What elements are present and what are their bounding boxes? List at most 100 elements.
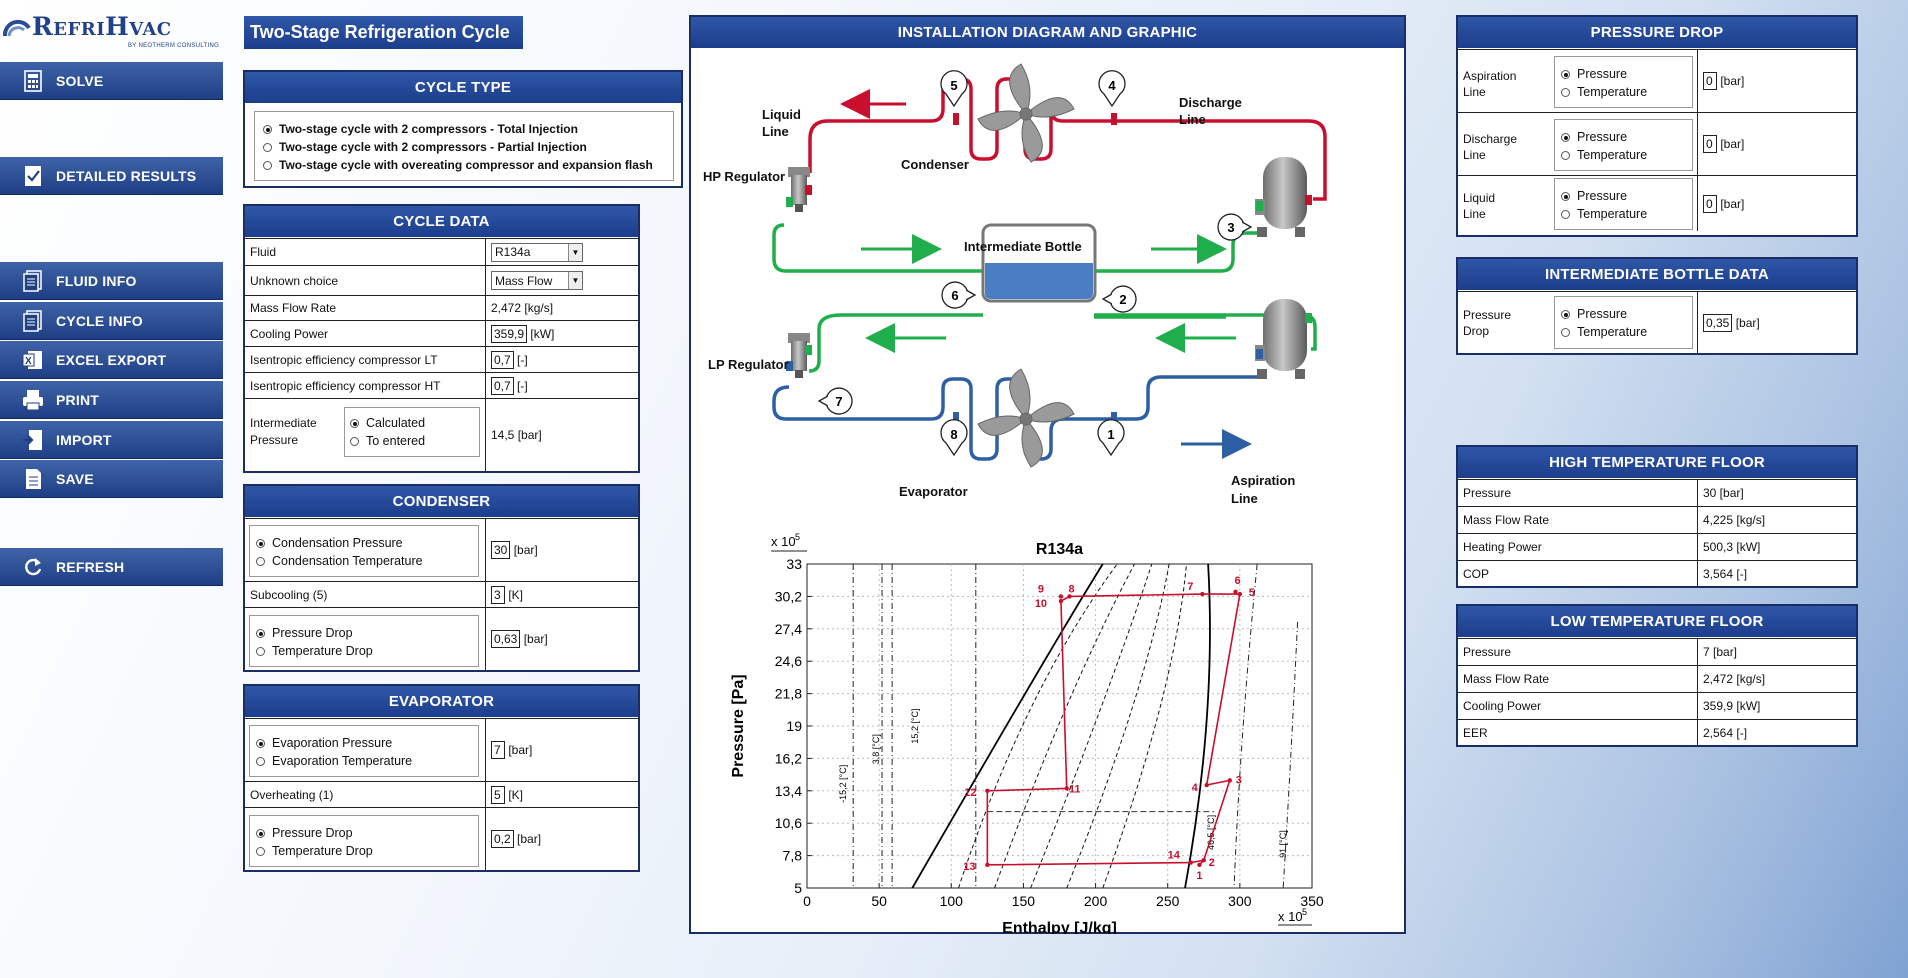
bottle-option-temperature[interactable]: Temperature [1561,323,1692,341]
unknown-select[interactable]: Mass Flow ▼ [491,271,583,290]
sensor-5 [953,113,959,125]
unit: [bar] [517,832,542,846]
nav-import-button[interactable]: IMPORT [0,421,223,459]
radio-selected-icon [1561,191,1570,201]
cycle-point-marker [985,788,990,793]
unit: [K] [508,787,524,802]
logo-subtitle: BY NEOTHERM CONSULTING [128,43,220,49]
nav-label: FLUID INFO [56,272,137,289]
nav-cycle-info-button[interactable]: CYCLE INFO [0,302,223,340]
cycle-point-label: 13 [963,861,975,873]
floor-value: 7 [bar] [1703,645,1738,659]
cycle-point-marker [1200,591,1205,597]
nav-fluid-info-button[interactable]: FLUID INFO [0,262,223,300]
floor-label: Mass Flow Rate [1458,666,1698,692]
interm-option-entered[interactable]: To entered [350,432,479,450]
pressure-drop-input[interactable]: 0 [1703,135,1717,153]
floor-row: Heating Power 500,3 [kW] [1458,533,1856,560]
x-tick-label: 50 [871,893,887,909]
hp-regulator-icon [786,167,812,212]
nav-solve-button[interactable]: SOLVE [0,62,223,100]
condenser-drop-input[interactable]: 0,63 [491,630,521,648]
cycle-type-option-flash[interactable]: Two-stage cycle with overeating compress… [263,156,673,174]
floor-row: Mass Flow Rate 4,225 [kg/s] [1458,506,1856,533]
subcooling-input[interactable]: 3 [491,585,505,604]
option-label: Pressure [1577,130,1628,144]
unit: [bar] [523,632,548,646]
cycle-point-marker [1233,589,1238,594]
import-icon [22,429,44,451]
y-tick-label: 16,2 [775,750,802,766]
point-number: 2 [1119,292,1126,307]
nav-save-button[interactable]: SAVE [0,460,223,498]
condenser-drop-option-temperature[interactable]: Temperature Drop [256,642,478,660]
condenser-drop-option-pressure[interactable]: Pressure Drop [256,624,478,642]
bottle-option-pressure[interactable]: Pressure [1561,305,1692,323]
option-label: Pressure [1577,67,1628,81]
checklist-icon [22,165,44,187]
evaporator-drop-option-pressure[interactable]: Pressure Drop [256,824,478,842]
evaporator-drop-input[interactable]: 0,2 [491,830,514,848]
cycle-point-label: 2 [1209,857,1215,869]
nav-refresh-button[interactable]: REFRESH [0,548,223,586]
cycle-type-option-partial[interactable]: Two-stage cycle with 2 compressors - Par… [263,138,673,156]
logo: RefriHvac BY NEOTHERM CONSULTING [2,10,224,52]
nav-detailed-results-button[interactable]: DETAILED RESULTS [0,157,223,195]
unknown-label: Unknown choice [245,266,486,295]
evaporator-drop-option-temperature[interactable]: Temperature Drop [256,842,478,860]
unit: [bar] [508,743,533,757]
eff-ht-row: Isentropic efficiency compressor HT 0,7 … [245,372,638,398]
option-pressure[interactable]: Pressure [1561,187,1692,205]
option-temperature[interactable]: Temperature [1561,205,1692,223]
intermediate-cell: Intermediate Pressure Calculated To enter… [245,399,486,471]
floor-label: COP [1458,561,1698,587]
eff-ht-input[interactable]: 0,7 [491,376,514,395]
radio-icon [256,846,265,856]
x-tick-label: 300 [1228,893,1252,909]
pressure-drop-cell: Liquid Line Pressure Temperature [1458,176,1698,231]
option-pressure[interactable]: Pressure [1561,65,1692,83]
pressure-drop-input[interactable]: 0 [1703,194,1717,213]
evaporator-option-pressure[interactable]: Evaporation Pressure [256,734,478,752]
eff-lt-input[interactable]: 0,7 [491,350,514,369]
floor-label: EER [1458,720,1698,746]
option-temperature[interactable]: Temperature [1561,83,1692,101]
cycle-point-label: 10 [1035,598,1047,610]
floor-label: Cooling Power [1458,693,1698,719]
label-line: Aspiration [1463,69,1517,83]
condensation-input[interactable]: 30 [491,541,511,559]
option-pressure[interactable]: Pressure [1561,128,1692,146]
overheating-label: Overheating (1) [245,782,486,807]
condenser-option-pressure[interactable]: Condensation Pressure [256,534,478,552]
option-temperature[interactable]: Temperature [1561,146,1692,164]
cooling-row: Cooling Power 359,9 [kW] [245,320,638,346]
nav-excel-export-button[interactable]: X EXCEL EXPORT [0,341,223,379]
evaporation-input[interactable]: 7 [491,741,505,759]
ph-chart: 0 50 100 150 200 250 300 35057,810,613,416,2192… [730,532,1324,934]
x-tick-label: 200 [1084,893,1108,909]
evaporator-choice-cell: Evaporation Pressure Evaporation Tempera… [245,719,486,781]
fluid-row: Fluid R134a ▼ [245,238,638,265]
option-label: Two-stage cycle with 2 compressors - Tot… [279,122,578,136]
intermediate-row: Intermediate Pressure Calculated To enter… [245,398,638,471]
overheating-input[interactable]: 5 [491,785,505,804]
line-label: Liquid Line [1463,190,1495,222]
condenser-option-temperature[interactable]: Condensation Temperature [256,552,478,570]
bottle-drop-input[interactable]: 0,35 [1703,313,1733,332]
y-tick-label: 27,4 [775,621,802,637]
interm-option-calculated[interactable]: Calculated [350,414,479,432]
cycle-point-label: 9 [1038,583,1044,595]
cooling-input[interactable]: 359,9 [491,324,528,343]
cycle-type-option-total[interactable]: Two-stage cycle with 2 compressors - Tot… [263,120,673,138]
x-scale-label: x 10 [1278,909,1303,924]
evaporator-option-temperature[interactable]: Evaporation Temperature [256,752,478,770]
fluid-select[interactable]: R134a ▼ [491,242,583,262]
floor-label: Pressure [1458,639,1698,665]
liquid-line-label: Line [762,124,789,139]
point-number: 8 [950,427,957,442]
fluid-label: Fluid [245,239,486,265]
floor-value: 500,3 [kW] [1703,540,1761,554]
nav-print-button[interactable]: PRINT [0,381,223,419]
pressure-drop-input[interactable]: 0 [1703,72,1717,90]
pressure-drop-options: Pressure Temperature [1554,178,1693,230]
